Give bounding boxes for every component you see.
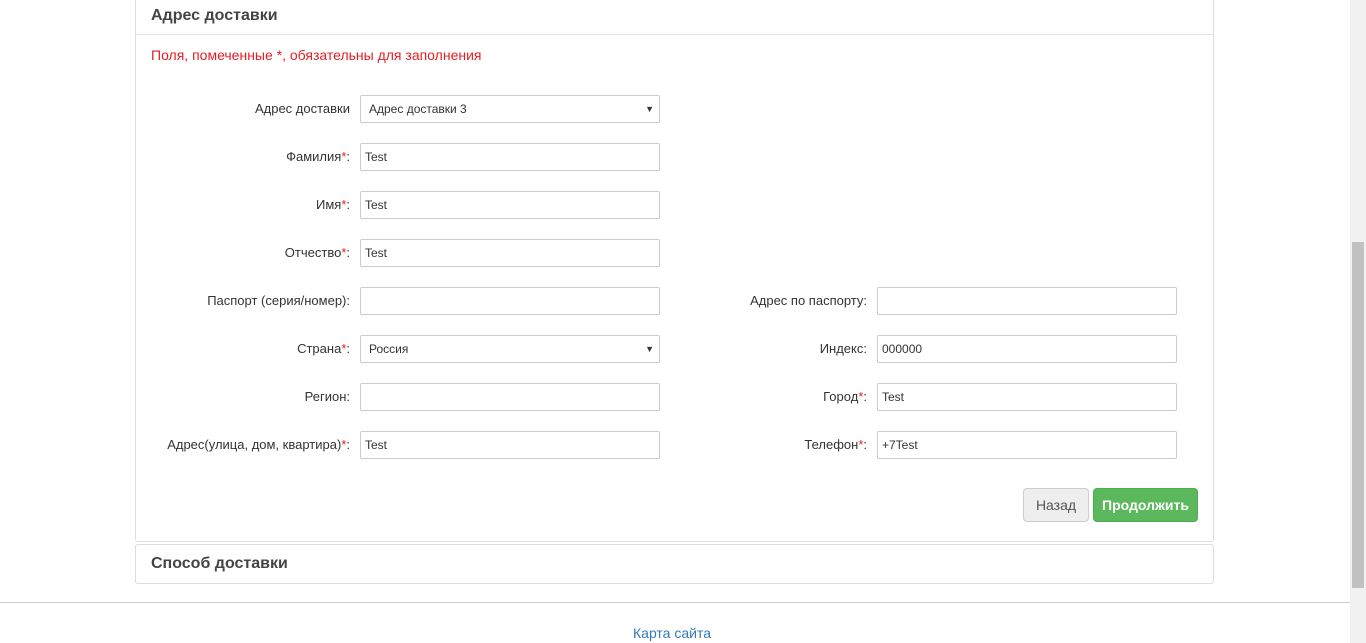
delivery-method-panel-heading[interactable]: Способ доставки [136,545,1213,585]
city-label: Город*: [823,389,867,404]
required-fields-note: Поля, помеченные *, обязательны для запо… [151,47,482,63]
sitemap-link[interactable]: Карта сайта [633,625,711,641]
passport-address-input[interactable] [877,287,1177,315]
country-select-value: Россия [369,342,409,356]
passport-row: Паспорт (серия/номер): [136,287,350,315]
page-scrollbar[interactable] [1350,0,1366,643]
passport-address-label: Адрес по паспорту: [750,293,867,308]
chevron-down-icon: ▼ [645,104,654,114]
delivery-method-panel[interactable]: Способ доставки [135,544,1214,584]
passport-input[interactable] [360,287,660,315]
country-row: Страна*: [136,335,350,363]
scrollbar-thumb[interactable] [1352,242,1364,588]
postcode-label: Индекс: [819,341,867,356]
city-row: Город*: [636,383,867,411]
first-name-label: Имя*: [315,197,350,212]
country-select[interactable]: Россия ▼ [360,335,660,363]
passport-label: Паспорт (серия/номер): [207,293,350,308]
postcode-row: Индекс: [636,335,867,363]
back-button[interactable]: Назад [1023,488,1089,522]
postcode-input[interactable]: 000000 [877,335,1177,363]
last-name-row: Фамилия*: [136,143,350,171]
footer-divider [0,602,1350,603]
first-name-row: Имя*: [136,191,350,219]
delivery-address-panel: Адрес доставки Поля, помеченные *, обяза… [135,0,1214,542]
delivery-address-panel-title: Адрес доставки [151,7,278,24]
middle-name-input[interactable]: Test [360,239,660,267]
region-label: Регион: [304,389,350,404]
delivery-address-label: Адрес доставки [254,101,350,116]
street-address-input[interactable]: Test [360,431,660,459]
country-label: Страна*: [297,341,350,356]
first-name-input[interactable]: Test [360,191,660,219]
region-row: Регион: [136,383,350,411]
passport-address-row: Адрес по паспорту: [636,287,867,315]
region-input[interactable] [360,383,660,411]
street-address-row: Адрес(улица, дом, квартира)*: [136,431,350,459]
phone-row: Телефон*: [636,431,867,459]
delivery-method-panel-title: Способ доставки [151,555,288,572]
city-input[interactable]: Test [877,383,1177,411]
last-name-input[interactable]: Test [360,143,660,171]
middle-name-label: Отчество*: [284,245,350,260]
phone-label: Телефон*: [804,437,867,452]
continue-button[interactable]: Продолжить [1093,488,1198,522]
delivery-address-select[interactable]: Адрес доставки 3 ▼ [360,95,660,123]
street-address-label: Адрес(улица, дом, квартира)*: [167,437,350,452]
middle-name-row: Отчество*: [136,239,350,267]
delivery-address-panel-heading: Адрес доставки [136,0,1213,35]
delivery-address-row: Адрес доставки [136,95,350,123]
phone-input[interactable]: +7Test [877,431,1177,459]
last-name-label: Фамилия*: [286,149,350,164]
delivery-address-select-value: Адрес доставки 3 [369,102,467,116]
